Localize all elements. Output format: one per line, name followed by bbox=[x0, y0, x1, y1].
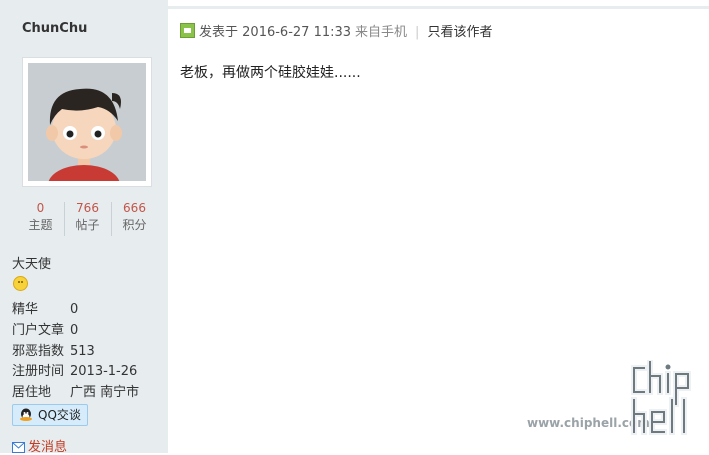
info-key: 注册时间 bbox=[12, 364, 65, 379]
info-value: 513 bbox=[70, 344, 95, 359]
user-sidebar: ChunChu 0 主题 766 帖子 666 积分 大天使 精华 0 门户文章… bbox=[0, 0, 168, 455]
avatar[interactable] bbox=[22, 57, 152, 187]
stat-posts[interactable]: 766 帖子 bbox=[65, 200, 110, 234]
username-link[interactable]: ChunChu bbox=[22, 21, 87, 36]
post-top-border bbox=[168, 6, 709, 9]
avatar-image bbox=[28, 63, 146, 181]
user-group[interactable]: 大天使 bbox=[12, 253, 51, 272]
header-separator: | bbox=[415, 25, 420, 40]
info-evil-index: 邪恶指数 513 bbox=[12, 340, 95, 359]
info-value: 0 bbox=[70, 323, 79, 338]
stat-threads-value: 0 bbox=[36, 201, 45, 215]
info-key: 门户文章 bbox=[12, 323, 65, 338]
info-articles: 门户文章 0 bbox=[12, 319, 78, 338]
info-register-date: 注册时间 2013-1-26 bbox=[12, 360, 137, 379]
stat-posts-label: 帖子 bbox=[75, 218, 100, 232]
chiphell-logo-icon bbox=[631, 360, 691, 435]
post-image-icon bbox=[180, 23, 195, 38]
stat-posts-value: 766 bbox=[76, 201, 99, 215]
qq-penguin-icon bbox=[20, 408, 32, 421]
stat-credits-label: 积分 bbox=[122, 218, 147, 232]
info-value: 广西 南宁市 bbox=[70, 385, 140, 400]
qq-chat-label: QQ交谈 bbox=[38, 408, 81, 422]
info-key: 精华 bbox=[12, 302, 39, 317]
info-location: 居住地 广西 南宁市 bbox=[12, 381, 139, 400]
post-device: 来自手机 bbox=[355, 25, 408, 40]
only-author-link[interactable]: 只看该作者 bbox=[427, 25, 492, 40]
stat-credits-value: 666 bbox=[123, 201, 146, 215]
post-datetime: 2016-6-27 11:33 bbox=[242, 25, 352, 40]
info-key: 居住地 bbox=[12, 385, 52, 400]
post-content: 老板，再做两个硅胶娃娃...... bbox=[180, 65, 361, 81]
info-digest: 精华 0 bbox=[12, 298, 78, 317]
post-header: 发表于 2016-6-27 11:33 来自手机 | 只看该作者 bbox=[180, 21, 492, 40]
stat-threads-label: 主题 bbox=[28, 218, 53, 232]
envelope-icon bbox=[12, 442, 25, 453]
send-message-link[interactable]: 发消息 bbox=[12, 436, 67, 455]
stat-threads[interactable]: 0 主题 bbox=[18, 200, 63, 234]
user-stats: 0 主题 766 帖子 666 积分 bbox=[18, 200, 154, 238]
info-value: 0 bbox=[70, 302, 79, 317]
info-value: 2013-1-26 bbox=[70, 364, 138, 379]
stat-credits[interactable]: 666 积分 bbox=[112, 200, 157, 234]
info-key: 邪恶指数 bbox=[12, 344, 65, 359]
posted-label: 发表于 bbox=[199, 25, 239, 40]
smiley-icon bbox=[13, 276, 28, 291]
qq-chat-button[interactable]: QQ交谈 bbox=[12, 404, 88, 426]
